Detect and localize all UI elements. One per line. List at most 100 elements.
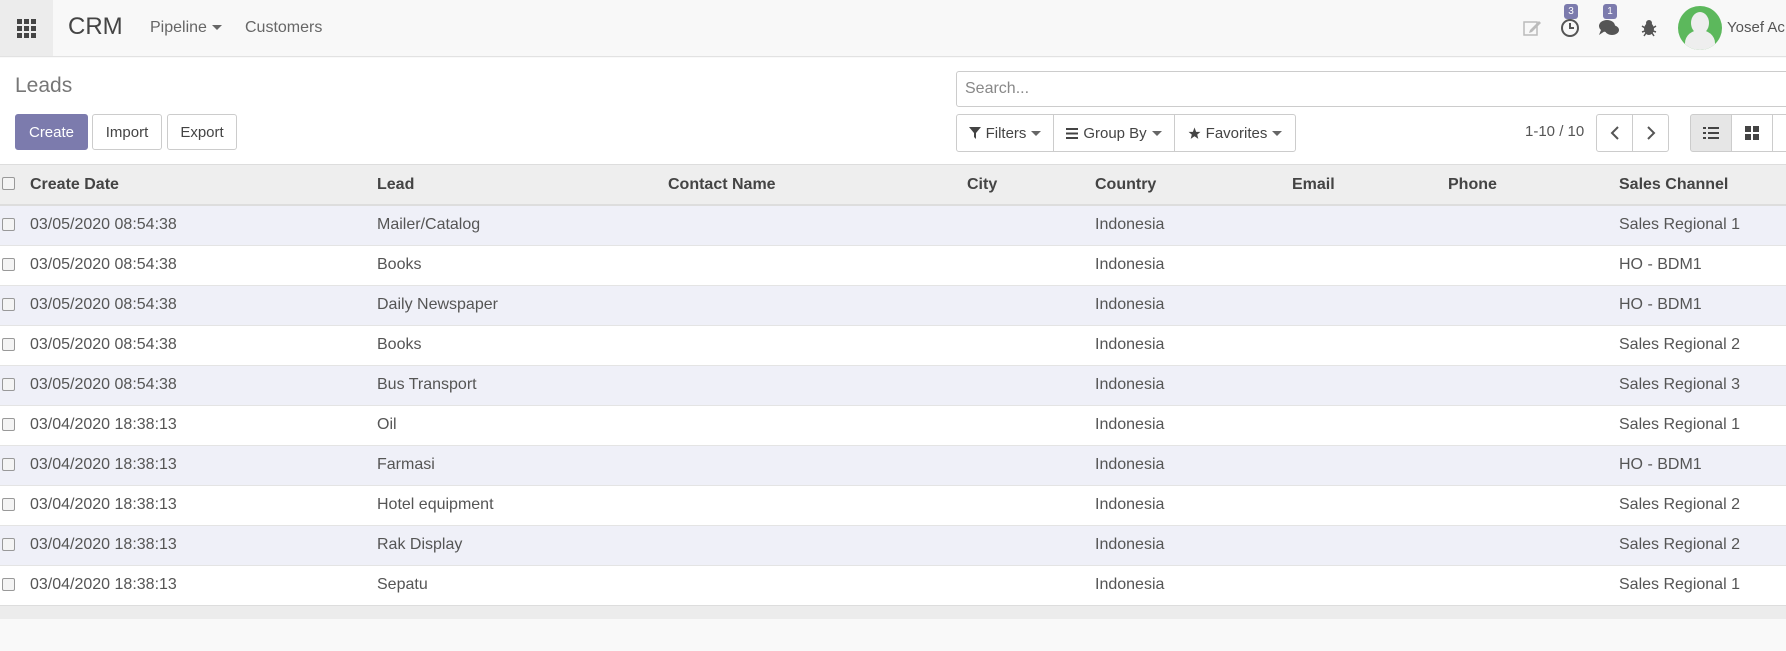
edit-note-icon[interactable] xyxy=(1520,16,1544,40)
list-view-button[interactable] xyxy=(1690,114,1732,152)
filters-button[interactable]: Filters xyxy=(956,114,1054,152)
cell-lead: Oil xyxy=(377,416,397,433)
leads-table: Create Date Lead Contact Name City Count… xyxy=(0,164,1786,606)
search-input[interactable] xyxy=(956,71,1786,107)
cell-country: Indonesia xyxy=(1095,296,1165,313)
chevron-down-icon xyxy=(1272,130,1283,136)
cell-lead: Books xyxy=(377,336,422,353)
kanban-view-button[interactable] xyxy=(1731,114,1773,152)
table-row[interactable]: 03/05/2020 08:54:38 Mailer/Catalog Indon… xyxy=(0,206,1786,246)
row-checkbox[interactable] xyxy=(2,378,15,391)
cell-lead: Farmasi xyxy=(377,456,435,473)
cell-country: Indonesia xyxy=(1095,256,1165,273)
column-city[interactable]: City xyxy=(967,176,997,194)
cell-sales-channel: Sales Regional 1 xyxy=(1619,576,1740,593)
table-row[interactable]: 03/04/2020 18:38:13 Hotel equipment Indo… xyxy=(0,486,1786,526)
apps-menu-button[interactable] xyxy=(0,0,53,56)
more-view-button[interactable] xyxy=(1772,114,1786,152)
table-row[interactable]: 03/05/2020 08:54:38 Daily Newspaper Indo… xyxy=(0,286,1786,326)
create-button[interactable]: Create xyxy=(15,114,88,150)
pager-previous-button[interactable] xyxy=(1596,114,1633,152)
control-panel: Leads Create Import Export Filters Group… xyxy=(0,58,1786,164)
groupby-label: Group By xyxy=(1083,124,1147,142)
chevron-down-icon xyxy=(211,25,222,31)
cell-lead: Bus Transport xyxy=(377,376,477,393)
cell-country: Indonesia xyxy=(1095,456,1165,473)
table-row[interactable]: 03/04/2020 18:38:13 Farmasi Indonesia HO… xyxy=(0,446,1786,486)
cell-lead: Rak Display xyxy=(377,536,463,553)
table-row[interactable]: 03/04/2020 18:38:13 Oil Indonesia Sales … xyxy=(0,406,1786,446)
activity-badge: 3 xyxy=(1564,4,1578,19)
kanban-view-icon xyxy=(1745,126,1759,140)
row-checkbox[interactable] xyxy=(2,218,15,231)
chevron-down-icon xyxy=(1031,130,1042,136)
cell-sales-channel: HO - BDM1 xyxy=(1619,456,1702,473)
cell-country: Indonesia xyxy=(1095,216,1165,233)
menu-customers[interactable]: Customers xyxy=(245,19,322,37)
cell-country: Indonesia xyxy=(1095,496,1165,513)
column-email[interactable]: Email xyxy=(1292,176,1335,194)
column-lead[interactable]: Lead xyxy=(377,176,414,194)
column-sales-channel[interactable]: Sales Channel xyxy=(1619,176,1728,194)
table-row[interactable]: 03/04/2020 18:38:13 Sepatu Indonesia Sal… xyxy=(0,566,1786,606)
row-checkbox[interactable] xyxy=(2,298,15,311)
favorites-label: Favorites xyxy=(1205,124,1268,142)
cell-lead: Sepatu xyxy=(377,576,428,593)
row-checkbox[interactable] xyxy=(2,498,15,511)
cell-create-date: 03/05/2020 08:54:38 xyxy=(30,336,177,353)
pager-value[interactable]: 1-10 / 10 xyxy=(1525,123,1584,140)
chevron-left-icon xyxy=(1610,126,1619,140)
chevron-down-icon xyxy=(1151,130,1162,136)
row-checkbox[interactable] xyxy=(2,458,15,471)
app-brand[interactable]: CRM xyxy=(68,13,123,41)
debug-bug-icon[interactable] xyxy=(1637,16,1661,40)
table-row[interactable]: 03/04/2020 18:38:13 Rak Display Indonesi… xyxy=(0,526,1786,566)
row-checkbox[interactable] xyxy=(2,258,15,271)
table-row[interactable]: 03/05/2020 08:54:38 Books Indonesia HO -… xyxy=(0,246,1786,286)
cell-sales-channel: Sales Regional 2 xyxy=(1619,536,1740,553)
cell-country: Indonesia xyxy=(1095,416,1165,433)
cell-create-date: 03/05/2020 08:54:38 xyxy=(30,296,177,313)
column-phone[interactable]: Phone xyxy=(1448,176,1497,194)
export-button[interactable]: Export xyxy=(167,114,237,150)
row-checkbox[interactable] xyxy=(2,538,15,551)
column-contact-name[interactable]: Contact Name xyxy=(668,176,776,194)
activity-clock-icon[interactable]: 3 xyxy=(1558,4,1582,40)
favorites-button[interactable]: Favorites xyxy=(1174,114,1296,152)
table-row[interactable]: 03/05/2020 08:54:38 Bus Transport Indone… xyxy=(0,366,1786,406)
user-name[interactable]: Yosef Ac xyxy=(1727,19,1785,36)
row-checkbox[interactable] xyxy=(2,578,15,591)
user-avatar[interactable] xyxy=(1678,6,1722,50)
menu-pipeline[interactable]: Pipeline xyxy=(150,19,222,37)
pager-next-button[interactable] xyxy=(1632,114,1669,152)
cell-country: Indonesia xyxy=(1095,336,1165,353)
filters-label: Filters xyxy=(985,124,1027,142)
cell-country: Indonesia xyxy=(1095,376,1165,393)
cell-sales-channel: Sales Regional 2 xyxy=(1619,336,1740,353)
messages-chat-icon[interactable]: 1 xyxy=(1597,4,1621,40)
column-country[interactable]: Country xyxy=(1095,176,1156,194)
bars-icon xyxy=(1066,127,1079,139)
cell-country: Indonesia xyxy=(1095,536,1165,553)
cell-sales-channel: Sales Regional 1 xyxy=(1619,216,1740,233)
horizontal-scrollbar[interactable] xyxy=(0,605,1786,619)
cell-lead: Mailer/Catalog xyxy=(377,216,481,233)
row-checkbox[interactable] xyxy=(2,338,15,351)
import-button[interactable]: Import xyxy=(92,114,162,150)
messages-badge: 1 xyxy=(1603,4,1617,19)
cell-sales-channel: HO - BDM1 xyxy=(1619,256,1702,273)
cell-sales-channel: Sales Regional 3 xyxy=(1619,376,1740,393)
table-row[interactable]: 03/05/2020 08:54:38 Books Indonesia Sale… xyxy=(0,326,1786,366)
groupby-button[interactable]: Group By xyxy=(1053,114,1175,152)
cell-create-date: 03/05/2020 08:54:38 xyxy=(30,376,177,393)
apps-grid-icon xyxy=(17,18,36,38)
cell-country: Indonesia xyxy=(1095,576,1165,593)
row-checkbox[interactable] xyxy=(2,418,15,431)
cell-create-date: 03/04/2020 18:38:13 xyxy=(30,456,177,473)
star-icon xyxy=(1188,127,1201,140)
cell-sales-channel: Sales Regional 1 xyxy=(1619,416,1740,433)
select-all-checkbox[interactable] xyxy=(2,177,15,190)
table-header: Create Date Lead Contact Name City Count… xyxy=(0,165,1786,206)
cell-lead: Books xyxy=(377,256,422,273)
column-create-date[interactable]: Create Date xyxy=(30,176,119,194)
